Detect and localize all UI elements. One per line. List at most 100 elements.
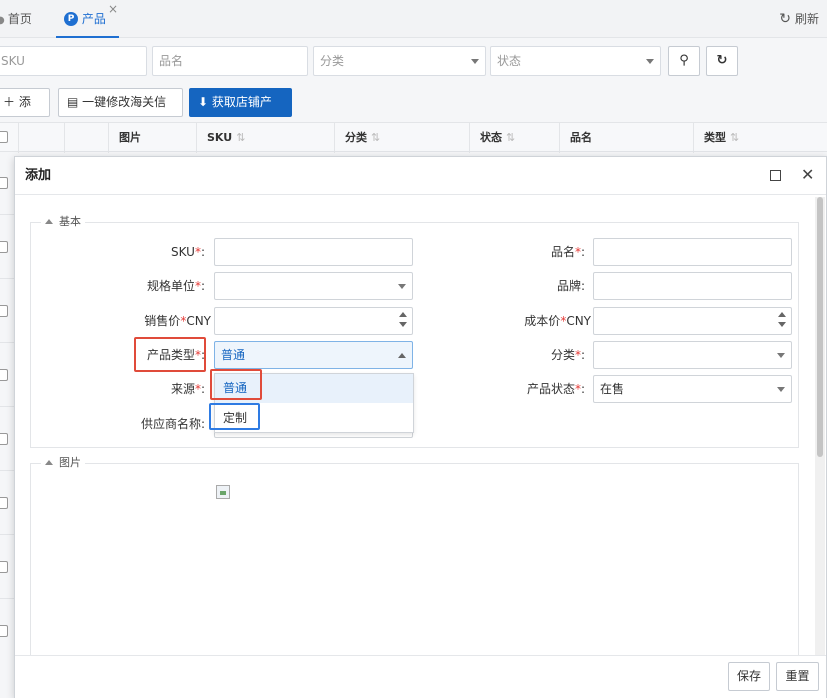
row-checkbox[interactable] — [0, 561, 8, 573]
sku-input[interactable] — [214, 238, 413, 266]
column-header-name-label: 品名 — [570, 131, 592, 144]
dialog-title: 添加 — [25, 168, 52, 183]
select-all-checkbox[interactable] — [0, 131, 8, 143]
refresh-label: 刷新 — [794, 12, 819, 26]
sale-price-unit: CNY — [186, 314, 211, 328]
close-icon[interactable]: ✕ — [801, 165, 814, 185]
sale-price-label: 销售价*CNY — [115, 307, 211, 335]
row-divider — [0, 534, 14, 535]
column-header-status-label: 状态 — [480, 131, 502, 144]
cost-price-input[interactable] — [593, 307, 792, 335]
status-filter-select[interactable]: 状态 — [490, 46, 661, 76]
reset-button[interactable]: 重置 — [776, 662, 819, 691]
name-filter-input[interactable]: 品名 — [152, 46, 308, 76]
image-section-title: 图片 — [59, 456, 81, 469]
column-header-image: 图片 — [108, 123, 196, 153]
home-icon: ● — [0, 15, 5, 26]
print-icon: ▤ — [67, 95, 83, 109]
save-button[interactable]: 保存 — [728, 662, 770, 691]
chevron-down-icon — [398, 284, 406, 289]
spec-unit-select[interactable] — [214, 272, 413, 300]
image-section: 图片 — [30, 456, 799, 663]
column-header-image-label: 图片 — [119, 131, 141, 144]
sale-price-input[interactable] — [214, 307, 413, 335]
stepper-up-icon[interactable] — [778, 312, 786, 317]
cost-price-label-text: 成本价 — [524, 314, 561, 328]
dropdown-option-custom[interactable]: 定制 — [215, 404, 413, 433]
basic-section-title: 基本 — [59, 215, 81, 228]
category-label: 分类*: — [550, 348, 585, 362]
chevron-down-icon — [777, 387, 785, 392]
search-button[interactable]: ⚲ — [668, 46, 700, 76]
basic-section-legend[interactable]: 基本 — [41, 215, 85, 229]
product-name-input[interactable] — [593, 238, 792, 266]
category-select[interactable] — [593, 341, 792, 369]
required-mark: * — [574, 348, 581, 362]
required-mark: * — [574, 245, 581, 259]
dialog-scrollbar[interactable] — [815, 197, 825, 657]
edit-customs-button[interactable]: ▤ 一键修改海关信息 — [58, 88, 183, 136]
add-button[interactable]: ＋ 添加 — [0, 88, 50, 136]
collapse-icon — [45, 459, 53, 465]
fetch-store-products-button[interactable]: ⬇ 获取店铺产品 — [189, 88, 292, 136]
required-mark: * — [574, 382, 581, 396]
collapse-icon — [45, 218, 53, 224]
required-mark: * — [194, 245, 201, 259]
row-divider — [0, 470, 14, 471]
stepper-up-icon[interactable] — [399, 312, 407, 317]
refresh-button[interactable]: ↻ 刷新 — [779, 0, 819, 38]
search-icon: ⚲ — [679, 53, 689, 68]
column-header-status[interactable]: 状态 ⇅ — [469, 123, 559, 153]
product-type-select[interactable]: 普通 — [214, 341, 413, 369]
source-label: 来源*: — [170, 382, 205, 396]
stepper-down-icon[interactable] — [399, 322, 407, 327]
number-stepper[interactable] — [398, 312, 408, 330]
category-label-text: 分类 — [550, 348, 575, 362]
number-stepper[interactable] — [777, 312, 787, 330]
row-checkbox[interactable] — [0, 305, 8, 317]
cost-price-label: 成本价*CNY — [495, 307, 591, 335]
chevron-up-icon — [398, 353, 406, 358]
dropdown-option-normal[interactable]: 普通 — [215, 374, 413, 403]
broken-image-icon[interactable] — [216, 485, 230, 499]
product-status-label-text: 产品状态 — [526, 382, 575, 396]
required-mark: * — [194, 348, 201, 362]
spec-unit-label: 规格单位*: — [146, 279, 205, 293]
row-checkbox[interactable] — [0, 369, 8, 381]
maximize-icon[interactable] — [770, 170, 781, 181]
product-type-dropdown: 普通 定制 — [214, 373, 414, 433]
scrollbar-thumb[interactable] — [817, 197, 823, 457]
column-header-category-label: 分类 — [345, 131, 367, 144]
product-type-value: 普通 — [221, 348, 246, 362]
product-status-select[interactable]: 在售 — [593, 375, 792, 403]
row-checkbox[interactable] — [0, 625, 8, 637]
required-mark: * — [194, 382, 201, 396]
row-checkbox[interactable] — [0, 497, 8, 509]
row-divider — [0, 406, 14, 407]
tab-home[interactable]: ● 首页 — [0, 0, 32, 38]
category-filter-select[interactable]: 分类 — [313, 46, 486, 76]
row-checkbox[interactable] — [0, 241, 8, 253]
row-checkbox[interactable] — [0, 177, 8, 189]
sku-label: SKU*: — [171, 245, 205, 259]
column-header-blank — [18, 123, 64, 153]
column-header-sku[interactable]: SKU ⇅ — [196, 123, 334, 153]
brand-label: 品牌: — [505, 272, 585, 300]
column-header-blank — [64, 123, 108, 153]
supplier-label: 供应商名称: — [125, 410, 205, 438]
status-filter-placeholder: 状态 — [497, 54, 522, 68]
product-type-label-text: 产品类型 — [146, 348, 195, 362]
column-header-type[interactable]: 类型 ⇅ — [693, 123, 827, 153]
chevron-down-icon — [777, 353, 785, 358]
brand-input[interactable] — [593, 272, 792, 300]
row-checkbox[interactable] — [0, 433, 8, 445]
reset-filter-button[interactable]: ↻ — [706, 46, 738, 76]
column-header-category[interactable]: 分类 ⇅ — [334, 123, 469, 153]
stepper-down-icon[interactable] — [778, 322, 786, 327]
brand-label-text: 品牌: — [556, 279, 585, 293]
sku-filter-input[interactable]: SKU — [0, 46, 147, 76]
image-section-legend[interactable]: 图片 — [41, 456, 85, 470]
download-icon: ⬇ — [198, 95, 212, 109]
close-tab-icon[interactable]: × — [108, 2, 118, 16]
column-header-name: 品名 — [559, 123, 693, 153]
